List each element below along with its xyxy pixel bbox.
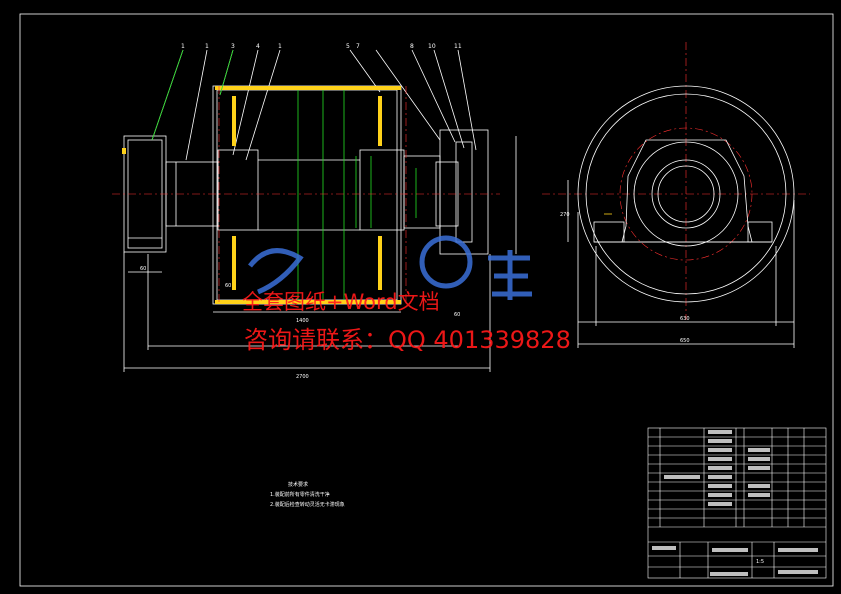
part-label: 11 — [454, 43, 462, 50]
dimension-text: 650 — [680, 338, 690, 344]
scale-text: 1:5 — [756, 559, 764, 565]
title-block-fill — [652, 430, 818, 576]
notes-title: 技术要求 — [288, 481, 308, 488]
title-block — [647, 427, 827, 579]
part-label: 10 — [428, 43, 436, 50]
part-label: 5 — [346, 43, 350, 50]
part-label: 7 — [356, 43, 360, 50]
watermark-line-2: 咨询请联系：QQ 401339828 — [244, 326, 571, 354]
part-label: 8 — [410, 43, 414, 50]
side-view — [567, 85, 795, 348]
dimension-text: 60 — [225, 283, 231, 289]
dimension-text: 270 — [560, 212, 570, 218]
part-label: 4 — [256, 43, 260, 50]
dimension-text: 60 — [140, 266, 146, 272]
part-label: 1 — [181, 43, 185, 50]
dimension-text: 630 — [680, 316, 690, 322]
notes-line: 1.装配前所有零件清洗干净 — [270, 491, 330, 498]
part-label: 3 — [231, 43, 235, 50]
dimension-text: 60 — [454, 312, 460, 318]
hatch-strips — [122, 86, 401, 304]
notes-line: 2.装配后检查转动灵活无卡滞现象 — [270, 501, 345, 508]
dimension-text: 2700 — [296, 374, 309, 380]
part-label: 1 — [278, 43, 282, 50]
watermark-line-1: 全套图纸+Word文档 — [242, 290, 440, 314]
part-label: 1 — [205, 43, 209, 50]
